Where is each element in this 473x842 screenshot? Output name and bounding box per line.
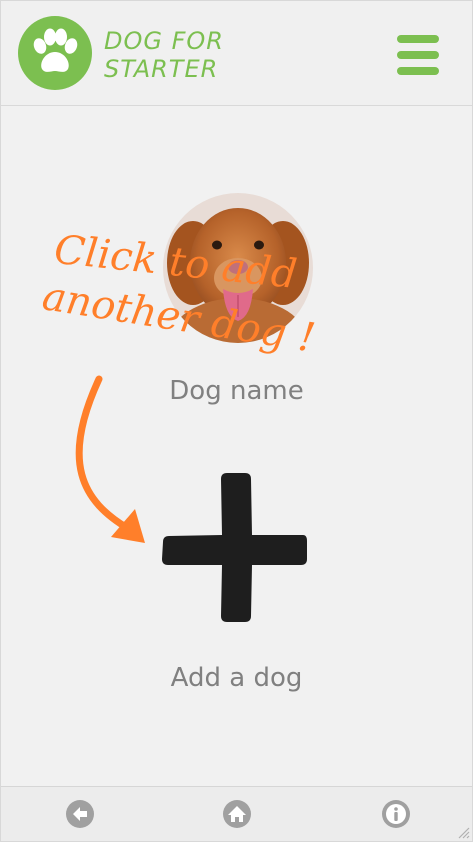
app-header: DOG FOR STARTER	[1, 1, 472, 106]
add-dog-button[interactable]: Add a dog	[141, 471, 331, 711]
hint-arrowhead-icon	[111, 509, 145, 543]
info-icon[interactable]	[381, 799, 411, 829]
brand-line-2: STARTER	[104, 55, 219, 83]
menu-bar	[397, 51, 439, 59]
brand-title: DOG FOR STARTER	[104, 27, 224, 83]
paw-logo-icon[interactable]	[18, 16, 92, 90]
home-icon[interactable]	[222, 799, 252, 829]
dog-name-label: Dog name	[169, 376, 304, 406]
bottom-nav	[1, 786, 472, 841]
menu-bar	[397, 67, 439, 75]
app-screen: DOG FOR STARTER Dog name Click to add an…	[0, 0, 473, 842]
add-dog-label: Add a dog	[170, 663, 303, 693]
resize-grip-icon[interactable]	[456, 825, 470, 839]
back-arrow-icon[interactable]	[65, 799, 95, 829]
plus-icon[interactable]	[141, 471, 331, 631]
hamburger-menu-icon[interactable]	[397, 35, 439, 75]
dog-avatar-photo[interactable]	[163, 193, 313, 343]
dog-card[interactable]: Dog name	[1, 186, 472, 426]
menu-bar	[397, 35, 439, 43]
brand-line-1: DOG FOR	[104, 27, 224, 55]
